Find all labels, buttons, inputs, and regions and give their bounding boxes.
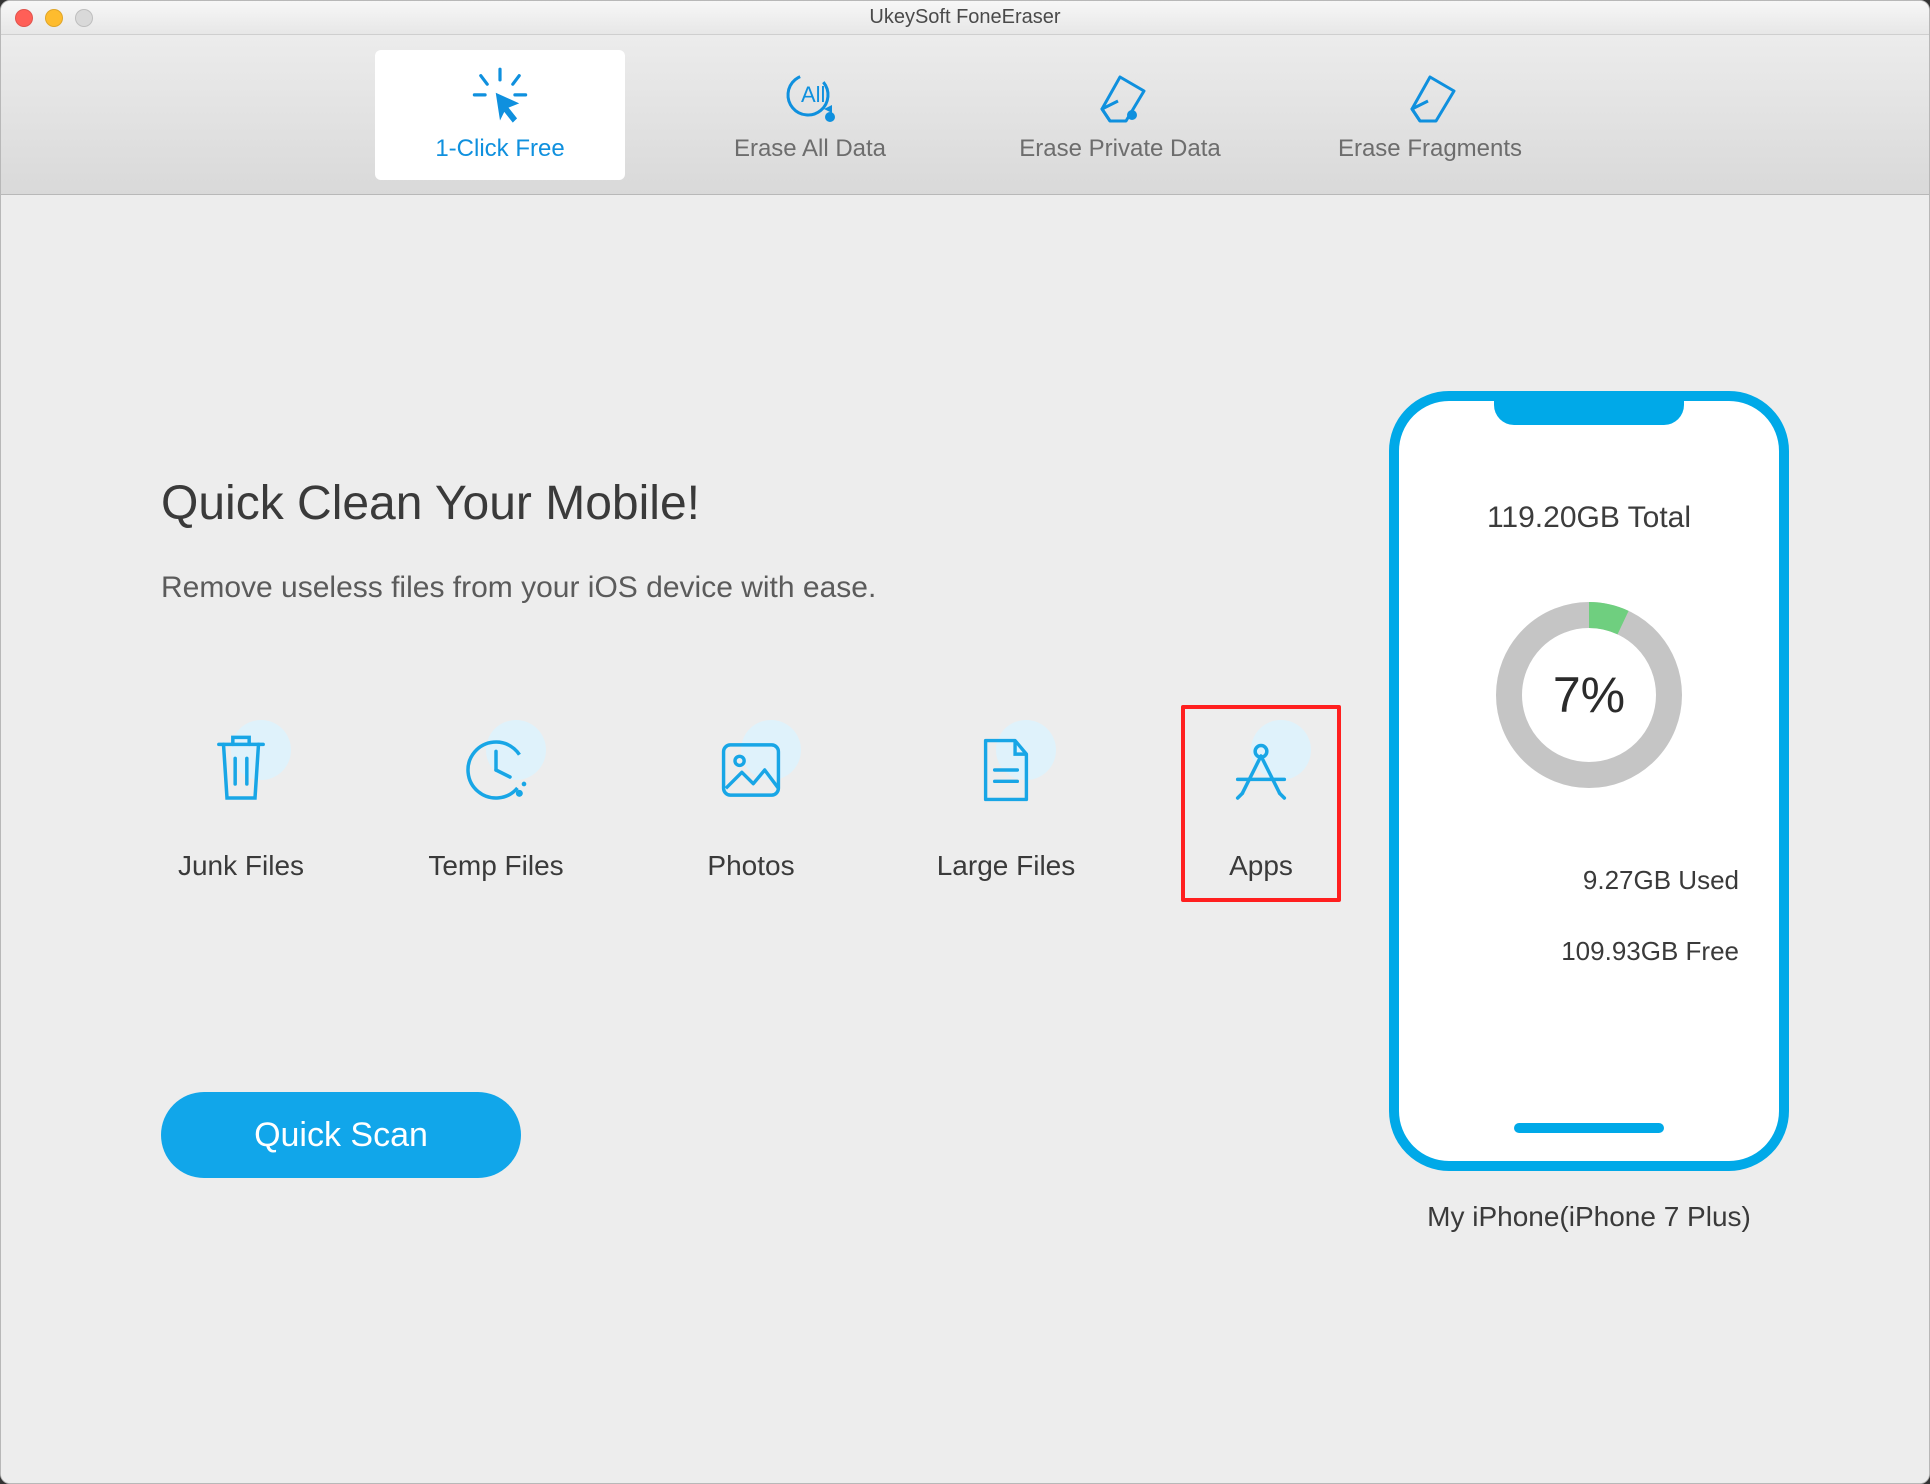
- tab-erase-private-data[interactable]: Erase Private Data: [995, 50, 1245, 180]
- phone-homebar: [1514, 1123, 1664, 1133]
- tab-label: Erase Private Data: [1019, 135, 1220, 163]
- storage-used: 9.27GB Used: [1399, 865, 1779, 896]
- storage-free: 109.93GB Free: [1399, 936, 1779, 967]
- category-label: Large Files: [937, 850, 1076, 882]
- quick-scan-button[interactable]: Quick Scan: [161, 1092, 521, 1178]
- tab-erase-fragments[interactable]: Erase Fragments: [1305, 50, 1555, 180]
- storage-ring: 7%: [1489, 595, 1689, 795]
- clock-icon: [461, 735, 531, 805]
- tab-1click-free[interactable]: 1-Click Free: [375, 50, 625, 180]
- category-apps[interactable]: Apps: [1181, 705, 1341, 902]
- photo-icon: [719, 738, 783, 802]
- tab-label: 1-Click Free: [435, 135, 564, 163]
- erase-fragments-icon: [1395, 67, 1465, 127]
- file-icon: [978, 736, 1034, 804]
- left-panel: Quick Clean Your Mobile! Remove useless …: [161, 476, 1341, 1178]
- window-title: UkeySoft FoneEraser: [1, 6, 1929, 29]
- cursor-click-icon: [465, 67, 535, 127]
- tab-label: Erase All Data: [734, 135, 886, 163]
- erase-all-icon: All: [775, 67, 845, 127]
- category-row: Junk Files Temp Files: [161, 705, 1341, 902]
- category-label: Apps: [1229, 850, 1293, 882]
- category-label: Junk Files: [178, 850, 304, 882]
- storage-total: 119.20GB Total: [1487, 501, 1691, 535]
- svg-text:All: All: [801, 82, 825, 107]
- category-label: Temp Files: [428, 850, 563, 882]
- device-panel: 119.20GB Total 7% 9.27GB Used 109.93GB F…: [1369, 391, 1809, 1233]
- erase-private-icon: [1085, 67, 1155, 127]
- trash-icon: [211, 735, 271, 805]
- main-tabs: 1-Click Free All Erase All Data: [1, 35, 1929, 195]
- phone-outline: 119.20GB Total 7% 9.27GB Used 109.93GB F…: [1389, 391, 1789, 1171]
- content-area: Quick Clean Your Mobile! Remove useless …: [1, 196, 1929, 1483]
- apps-icon: [1226, 735, 1296, 805]
- phone-notch: [1494, 391, 1684, 425]
- category-photos[interactable]: Photos: [671, 705, 831, 902]
- tab-erase-all-data[interactable]: All Erase All Data: [685, 50, 935, 180]
- category-label: Photos: [707, 850, 794, 882]
- page-subhead: Remove useless files from your iOS devic…: [161, 571, 1341, 605]
- tab-label: Erase Fragments: [1338, 135, 1522, 163]
- category-temp-files[interactable]: Temp Files: [416, 705, 576, 902]
- device-name: My iPhone(iPhone 7 Plus): [1369, 1201, 1809, 1233]
- app-window: UkeySoft FoneEraser 1-Click Free: [0, 0, 1930, 1484]
- category-large-files[interactable]: Large Files: [926, 705, 1086, 902]
- storage-percent: 7%: [1489, 595, 1689, 795]
- title-bar: UkeySoft FoneEraser: [1, 1, 1929, 35]
- category-junk-files[interactable]: Junk Files: [161, 705, 321, 902]
- page-headline: Quick Clean Your Mobile!: [161, 476, 1341, 531]
